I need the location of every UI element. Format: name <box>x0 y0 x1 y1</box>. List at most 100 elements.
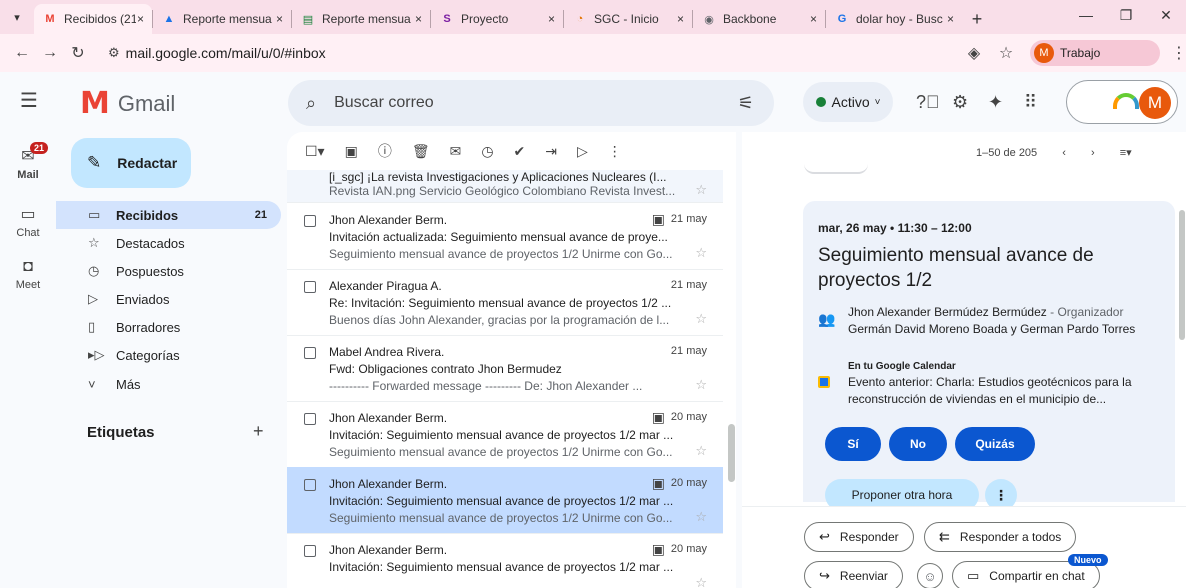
tab-close-icon[interactable]: × <box>548 12 555 26</box>
tab-title: Reporte mensua <box>183 12 272 26</box>
browser-tab[interactable]: Gdolar hoy - Busc × <box>826 4 962 34</box>
main-menu-icon[interactable]: ☰ <box>20 88 38 113</box>
back-icon[interactable]: ← <box>8 39 36 67</box>
table-row[interactable]: Alexander Piragua A. 21 may Re: Invitación… <box>287 269 723 336</box>
move-to-icon[interactable]: ⇥ <box>545 143 557 160</box>
sidebar-item-folder[interactable]: ▯ Borradores <box>56 313 281 341</box>
gmail-logo[interactable]: M Gmail <box>80 86 175 121</box>
star-icon[interactable]: ☆ <box>695 377 707 393</box>
next-page-icon[interactable]: › <box>1091 147 1095 159</box>
compose-button[interactable]: ✎ Redactar <box>71 138 191 188</box>
tab-close-icon[interactable]: × <box>137 12 144 26</box>
table-row[interactable]: Jhon Alexander Berm. ▣ 20 may Invitación: S… <box>287 467 723 534</box>
add-task-icon[interactable]: ✔ <box>514 143 526 160</box>
search-icon[interactable]: ⌕ <box>306 93 316 114</box>
snooze-icon[interactable]: ◷ <box>481 143 493 160</box>
delete-icon[interactable]: 🗑 <box>412 143 430 160</box>
reload-icon[interactable]: ↻ <box>64 39 92 67</box>
forward-button[interactable]: ↪ Reenviar <box>804 561 903 588</box>
rail-mail[interactable]: ✉ 21 Mail <box>0 142 56 181</box>
table-row[interactable]: Jhon Alexander Berm. ▣ 20 may Invitación: S… <box>287 401 723 468</box>
gemini-sparkle-icon[interactable]: ✦ <box>988 92 1003 113</box>
label-icon[interactable]: ▷ <box>577 143 588 160</box>
more-icon[interactable]: ⋮ <box>608 143 622 160</box>
tab-close-icon[interactable]: × <box>947 12 954 26</box>
add-label-icon[interactable]: + <box>253 421 264 442</box>
rsvp-yes-button[interactable]: Sí <box>825 427 881 461</box>
sidebar-item-inbox[interactable]: ▭ Recibidos 21 <box>56 201 281 229</box>
density-icon[interactable]: ≡▾ <box>1120 147 1132 159</box>
browser-tab[interactable]: ◔ SGC - Inicio × <box>564 4 692 34</box>
row-checkbox[interactable] <box>304 281 316 293</box>
select-all-checkbox[interactable]: ☐▾ <box>305 143 325 160</box>
event-date-time: mar, 26 may • 11:30 – 12:00 <box>818 221 972 235</box>
reply-button[interactable]: ↩ Responder <box>804 522 914 552</box>
reply-all-button[interactable]: ⇇ Responder a todos <box>924 522 1077 552</box>
calendar-icon: ▣ <box>651 541 665 557</box>
row-checkbox[interactable] <box>304 347 316 359</box>
rail-meet[interactable]: ◘ Meet <box>0 258 56 291</box>
tab-close-icon[interactable]: × <box>810 12 817 26</box>
gear-icon[interactable]: ⚙ <box>952 92 968 113</box>
row-checkbox[interactable] <box>304 413 316 425</box>
tab-search-icon[interactable]: ▾ <box>0 0 34 34</box>
browser-menu-icon[interactable]: ⋮ <box>1165 39 1186 67</box>
extension-icon[interactable]: ◈ <box>960 39 988 67</box>
organizer-name: Jhon Alexander Bermúdez Bermúdez <box>848 305 1047 319</box>
tab-favicon-icon: ▲ <box>163 13 175 25</box>
row-checkbox[interactable] <box>304 479 316 491</box>
star-icon[interactable]: ☆ <box>695 182 707 198</box>
browser-tab[interactable]: ▲ Reporte mensua × <box>153 4 291 34</box>
browser-tab[interactable]: M Recibidos (21) -× <box>34 4 152 34</box>
forward-icon[interactable]: → <box>36 39 64 67</box>
tab-close-icon[interactable]: × <box>276 12 283 26</box>
list-scrollbar[interactable] <box>728 424 735 482</box>
search-bar[interactable]: ⌕ Buscar correo ⚟ <box>288 80 774 126</box>
apps-grid-icon[interactable]: ⠿ <box>1024 92 1037 113</box>
search-options-icon[interactable]: ⚟ <box>738 93 754 114</box>
url-field[interactable]: ⚙ mail.google.com/mail/u/0/#inbox <box>108 39 948 67</box>
star-icon[interactable]: ☆ <box>695 575 707 588</box>
new-tab-button[interactable]: + <box>962 4 992 34</box>
site-settings-icon[interactable]: ⚙ <box>108 45 120 61</box>
status-chip[interactable]: Activo ˅ <box>803 82 893 122</box>
emoji-reaction-icon[interactable]: ☺ <box>917 563 943 588</box>
rsvp-no-button[interactable]: No <box>889 427 947 461</box>
help-icon[interactable]: ?⃝ <box>916 92 940 113</box>
table-row[interactable]: [i_sgc] ¡La revista Investigaciones y Ap… <box>287 170 723 203</box>
minimize-icon[interactable]: — <box>1066 0 1106 30</box>
star-icon[interactable]: ☆ <box>695 311 707 327</box>
browser-tab[interactable]: ▤ Reporte mensua × <box>292 4 430 34</box>
archive-icon[interactable]: ▣ <box>345 143 358 160</box>
table-row[interactable]: Mabel Andrea Rivera. 21 may Fwd: Obligacio… <box>287 335 723 402</box>
prev-page-icon[interactable]: ‹ <box>1062 147 1066 159</box>
browser-tab[interactable]: S Proyecto × <box>431 4 563 34</box>
bookmark-star-icon[interactable]: ☆ <box>992 39 1020 67</box>
star-icon[interactable]: ☆ <box>695 443 707 459</box>
tab-close-icon[interactable]: × <box>415 12 422 26</box>
rail-chat[interactable]: ▭ Chat <box>0 204 56 239</box>
restore-icon[interactable]: ❐ <box>1106 0 1146 30</box>
rsvp-maybe-button[interactable]: Quizás <box>955 427 1035 461</box>
account-switcher[interactable]: M <box>1066 80 1178 124</box>
close-window-icon[interactable]: ✕ <box>1146 0 1186 30</box>
sidebar-item-folder[interactable]: ▸▷ Categorías <box>56 341 281 369</box>
search-input[interactable]: Buscar correo <box>334 94 434 112</box>
tab-close-icon[interactable]: × <box>677 12 684 26</box>
label-icon: ▸▷ <box>88 347 105 362</box>
star-icon[interactable]: ☆ <box>695 509 707 525</box>
profile-button[interactable]: M Trabajo <box>1030 40 1160 66</box>
sidebar-item-folder[interactable]: ◷ Pospuestos <box>56 257 281 285</box>
sidebar-item-folder[interactable]: ▷ Enviados <box>56 285 281 313</box>
sidebar-item-folder[interactable]: ☆ Destacados <box>56 229 281 257</box>
star-icon[interactable]: ☆ <box>695 245 707 261</box>
sidebar-item-folder[interactable]: ˅ Más <box>56 370 281 398</box>
row-checkbox[interactable] <box>304 215 316 227</box>
row-checkbox[interactable] <box>304 545 316 557</box>
mark-unread-icon[interactable]: ✉ <box>450 143 462 160</box>
browser-tab[interactable]: ◉ Backbone × <box>693 4 825 34</box>
reading-scrollbar[interactable] <box>1179 210 1185 340</box>
report-spam-icon[interactable]: ⓘ <box>378 141 392 161</box>
table-row[interactable]: Jhon Alexander Berm. ▣ 21 may Invitación ac… <box>287 203 723 270</box>
table-row[interactable]: Jhon Alexander Berm. ▣ 20 may Invitación: S… <box>287 533 723 588</box>
